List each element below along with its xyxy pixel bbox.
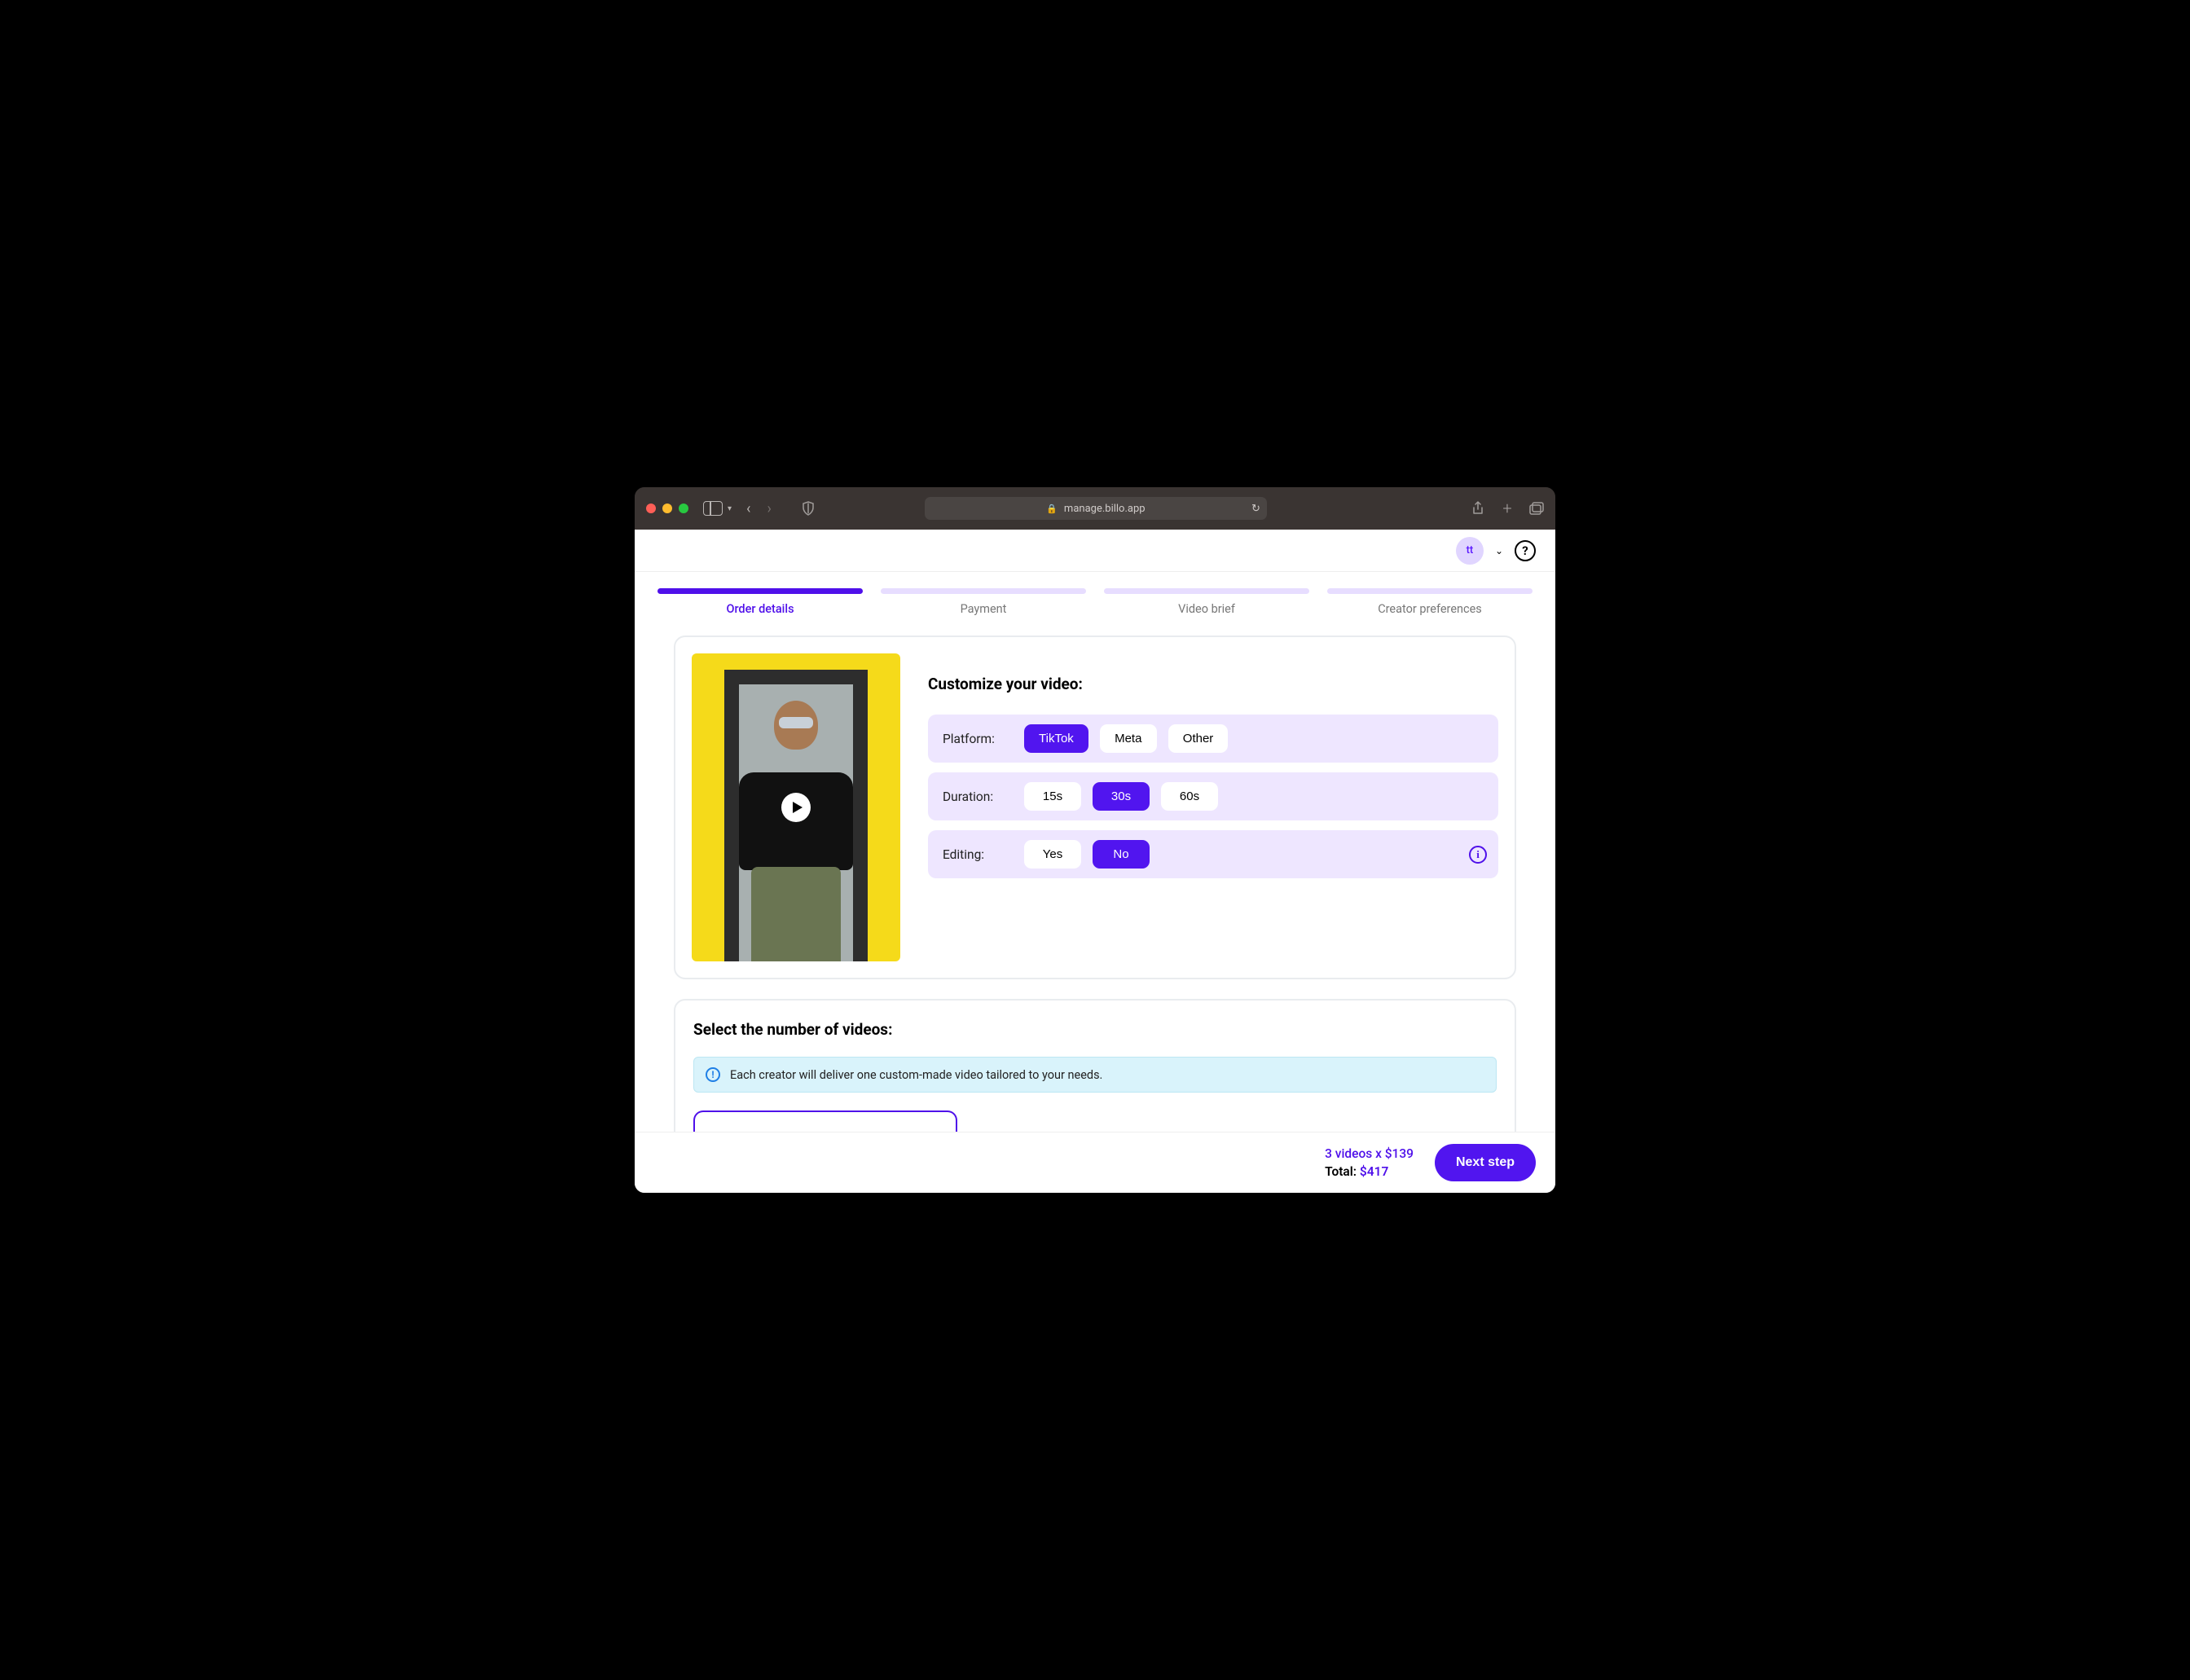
editing-label: Editing: xyxy=(943,847,1013,862)
page: tt ⌄ ? Order details Payment Video brief… xyxy=(635,530,1555,1193)
address-bar[interactable]: 🔒 manage.billo.app ↻ xyxy=(925,497,1267,520)
info-icon[interactable]: i xyxy=(1469,846,1487,864)
option-editing-yes[interactable]: Yes xyxy=(1024,840,1081,869)
step-label: Video brief xyxy=(1104,602,1309,616)
browser-chrome: ▾ ‹ › 🔒 manage.billo.app ↻ + xyxy=(635,487,1555,530)
info-notice: ! Each creator will deliver one custom-m… xyxy=(693,1057,1497,1093)
option-editing-no[interactable]: No xyxy=(1093,840,1150,869)
row-duration: Duration: 15s 30s 60s xyxy=(928,772,1498,820)
step-video-brief[interactable]: Video brief xyxy=(1104,588,1309,616)
lock-icon: 🔒 xyxy=(1046,504,1058,514)
option-duration-60s[interactable]: 60s xyxy=(1161,782,1218,811)
video-preview[interactable] xyxy=(692,653,900,961)
chevron-down-icon[interactable]: ▾ xyxy=(728,504,732,513)
avatar[interactable]: tt xyxy=(1456,537,1484,565)
maximize-window-button[interactable] xyxy=(679,504,688,513)
notice-text: Each creator will deliver one custom-mad… xyxy=(730,1068,1102,1082)
duration-label: Duration: xyxy=(943,789,1013,804)
videos-heading: Select the number of videos: xyxy=(693,1020,1497,1039)
progress-stepper: Order details Payment Video brief Creato… xyxy=(635,572,1555,616)
step-bar xyxy=(1104,588,1309,594)
total-value: $417 xyxy=(1360,1164,1388,1179)
step-bar xyxy=(881,588,1086,594)
alert-icon: ! xyxy=(706,1067,720,1082)
app-header: tt ⌄ ? xyxy=(635,530,1555,572)
avatar-initials: tt xyxy=(1467,544,1474,556)
creators-count-box[interactable]: Number of creators: xyxy=(693,1110,957,1132)
help-icon[interactable]: ? xyxy=(1515,540,1536,561)
minimize-window-button[interactable] xyxy=(662,504,672,513)
price-summary: 3 videos x $139 Total: $417 xyxy=(1325,1145,1414,1181)
step-creator-preferences[interactable]: Creator preferences xyxy=(1327,588,1533,616)
option-duration-30s[interactable]: 30s xyxy=(1093,782,1150,811)
nav-back-icon[interactable]: ‹ xyxy=(746,500,750,517)
url-text: manage.billo.app xyxy=(1064,503,1146,515)
step-label: Creator preferences xyxy=(1327,602,1533,616)
footer-bar: 3 videos x $139 Total: $417 Next step xyxy=(635,1132,1555,1193)
close-window-button[interactable] xyxy=(646,504,656,513)
step-bar xyxy=(657,588,863,594)
step-label: Order details xyxy=(657,602,863,616)
videos-card: Select the number of videos: ! Each crea… xyxy=(674,999,1516,1132)
option-duration-15s[interactable]: 15s xyxy=(1024,782,1081,811)
option-platform-tiktok[interactable]: TikTok xyxy=(1024,724,1088,753)
option-platform-meta[interactable]: Meta xyxy=(1100,724,1157,753)
content-scroll[interactable]: Customize your video: Platform: TikTok M… xyxy=(635,616,1555,1132)
play-icon[interactable] xyxy=(781,793,811,822)
account-menu-chevron-icon[interactable]: ⌄ xyxy=(1495,545,1503,556)
step-order-details[interactable]: Order details xyxy=(657,588,863,616)
share-icon[interactable] xyxy=(1471,501,1485,516)
option-platform-other[interactable]: Other xyxy=(1168,724,1229,753)
total-label: Total: xyxy=(1325,1164,1360,1179)
step-bar xyxy=(1327,588,1533,594)
row-platform: Platform: TikTok Meta Other xyxy=(928,715,1498,763)
privacy-shield-icon[interactable] xyxy=(801,501,816,516)
customize-panel: Customize your video: Platform: TikTok M… xyxy=(928,653,1498,961)
tab-overview-icon[interactable] xyxy=(1529,501,1544,516)
next-step-button[interactable]: Next step xyxy=(1435,1144,1536,1181)
price-breakdown: 3 videos x $139 xyxy=(1325,1145,1414,1163)
reload-icon[interactable]: ↻ xyxy=(1251,503,1260,515)
nav-forward-icon[interactable]: › xyxy=(767,500,771,517)
sidebar-toggle-icon[interactable] xyxy=(703,501,723,516)
row-editing: Editing: Yes No i xyxy=(928,830,1498,878)
window-controls xyxy=(646,504,688,513)
step-label: Payment xyxy=(881,602,1086,616)
step-payment[interactable]: Payment xyxy=(881,588,1086,616)
customize-heading: Customize your video: xyxy=(928,675,1498,693)
browser-window: ▾ ‹ › 🔒 manage.billo.app ↻ + tt xyxy=(635,487,1555,1193)
platform-label: Platform: xyxy=(943,732,1013,746)
customize-card: Customize your video: Platform: TikTok M… xyxy=(674,635,1516,979)
new-tab-icon[interactable]: + xyxy=(1500,501,1515,516)
